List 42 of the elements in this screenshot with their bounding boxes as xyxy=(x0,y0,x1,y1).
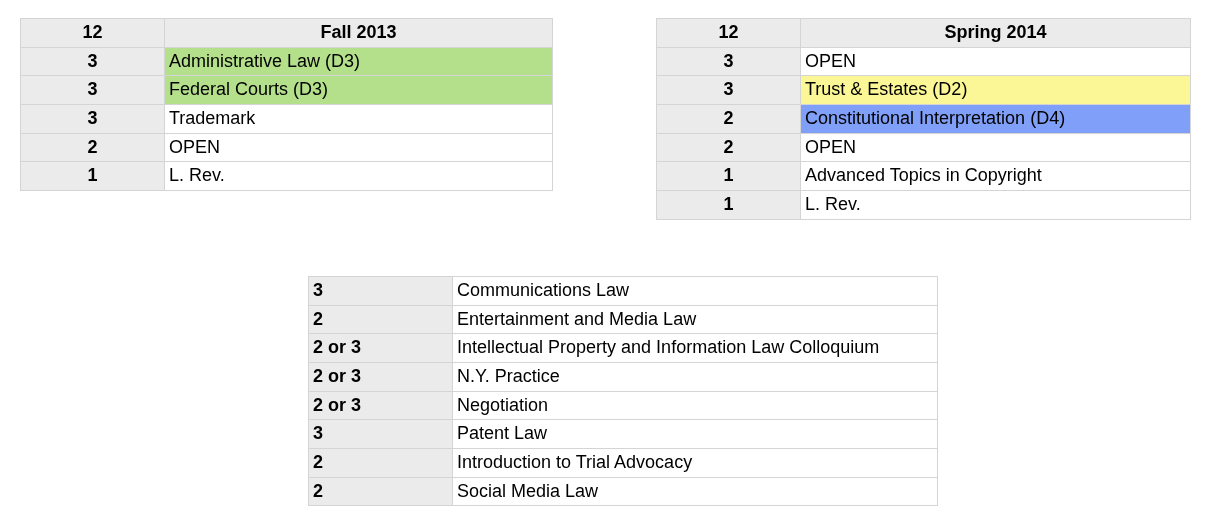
course-cell: Federal Courts (D3) xyxy=(165,76,553,106)
credits-cell: 2 xyxy=(309,448,453,478)
course-cell: L. Rev. xyxy=(801,191,1191,220)
course-cell: OPEN xyxy=(801,133,1191,163)
credits-cell: 3 xyxy=(309,276,453,306)
term-header: Fall 2013 xyxy=(165,19,553,48)
credits-cell: 2 xyxy=(309,305,453,335)
course-cell: Advanced Topics in Copyright xyxy=(801,162,1191,192)
credits-cell: 3 xyxy=(21,47,165,77)
credits-cell: 3 xyxy=(657,76,801,106)
credits-cell: 2 or 3 xyxy=(309,391,453,421)
course-cell: Intellectual Property and Information Law Colloquium xyxy=(453,334,938,363)
term-header: Spring 2014 xyxy=(801,19,1191,48)
course-cell: Introduction to Trial Advocacy xyxy=(453,448,938,478)
course-cell: OPEN xyxy=(801,47,1191,77)
credits-cell: 1 xyxy=(657,162,801,192)
course-cell: Constitutional Interpretation (D4) xyxy=(801,105,1191,134)
credits-cell: 2 xyxy=(309,477,453,507)
course-cell: Entertainment and Media Law xyxy=(453,305,938,335)
course-cell: Administrative Law (D3) xyxy=(165,47,553,77)
credits-cell: 3 xyxy=(21,76,165,106)
course-cell: N.Y. Practice xyxy=(453,362,938,392)
credits-cell: 2 or 3 xyxy=(309,362,453,392)
course-cell: Trust & Estates (D2) xyxy=(801,76,1191,106)
credits-cell: 2 xyxy=(657,133,801,163)
credits-cell: 2 xyxy=(21,133,165,163)
credits-cell: 2 xyxy=(657,105,801,134)
credits-total-cell: 12 xyxy=(21,19,165,48)
course-cell: L. Rev. xyxy=(165,162,553,192)
credits-cell: 3 xyxy=(21,105,165,134)
course-cell: Social Media Law xyxy=(453,477,938,507)
credits-cell: 1 xyxy=(21,162,165,192)
credits-cell: 3 xyxy=(309,420,453,449)
course-cell: Trademark xyxy=(165,105,553,134)
course-cell: Communications Law xyxy=(453,276,938,306)
course-cell: Patent Law xyxy=(453,420,938,449)
credits-cell: 3 xyxy=(657,47,801,77)
credits-cell: 2 or 3 xyxy=(309,334,453,363)
course-cell: Negotiation xyxy=(453,391,938,421)
credits-cell: 1 xyxy=(657,191,801,220)
credits-total-cell: 12 xyxy=(657,19,801,48)
course-cell: OPEN xyxy=(165,133,553,163)
